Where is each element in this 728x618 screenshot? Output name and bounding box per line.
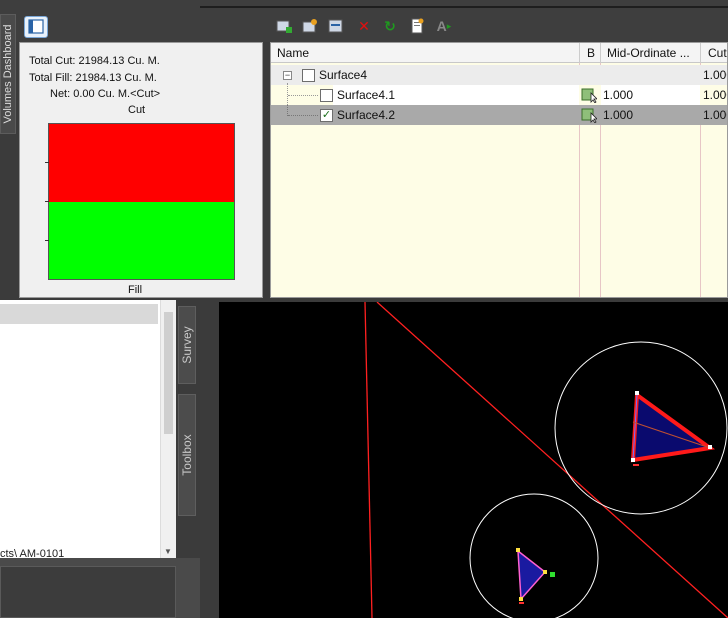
tab-volumes-dashboard[interactable]: Volumes Dashboard: [0, 14, 16, 134]
cut-value[interactable]: 1.000: [703, 68, 727, 82]
tab-survey[interactable]: Survey: [178, 306, 196, 384]
style-swatch-icon[interactable]: [581, 107, 598, 124]
surface-name: Surface4.2: [337, 108, 396, 122]
compute-icon[interactable]: [327, 17, 345, 35]
collapse-toggle[interactable]: −: [283, 71, 292, 80]
total-cut-text: Total Cut: 21984.13 Cu. M.: [29, 55, 160, 67]
prospector-list: cts\ AM-0101 ▼: [0, 300, 176, 560]
cut-value[interactable]: 1.000: [703, 88, 727, 102]
surface-name: Surface4: [319, 68, 368, 82]
grip-marker: [633, 464, 639, 466]
column-separator: [600, 43, 601, 63]
add-surface-icon[interactable]: [275, 17, 293, 35]
table-row-selected[interactable]: ✓ Surface4.2 1.000 1.000: [271, 105, 727, 125]
tab-survey-label: Survey: [180, 326, 194, 364]
total-fill-text: Total Fill: 21984.13 Cu. M.: [29, 72, 157, 84]
drawing-svg: [364, 302, 728, 618]
column-header-b[interactable]: B: [587, 46, 595, 60]
tab-toolbox[interactable]: Toolbox: [178, 394, 196, 516]
volume-summary-panel: Total Cut: 21984.13 Cu. M. Total Fill: 2…: [19, 42, 263, 298]
net-volume-text: Net: 0.00 Cu. M.<Cut>: [50, 88, 161, 100]
edit-surface-icon[interactable]: [301, 17, 319, 35]
surface-triangle-large[interactable]: [630, 391, 716, 463]
tree-line: [288, 115, 318, 116]
mid-ordinate-value[interactable]: 1.000: [603, 88, 633, 102]
drawing-canvas[interactable]: [219, 302, 728, 618]
column-separator: [579, 43, 580, 63]
tab-toolbox-label: Toolbox: [180, 434, 194, 476]
tree-line: [288, 95, 318, 96]
selection-circle: [469, 493, 599, 618]
left-bottom-panel: [0, 558, 200, 618]
grip-marker: [550, 572, 555, 577]
scrollbar-thumb[interactable]: [164, 312, 173, 434]
grid-header: Name B Mid-Ordinate ... Cut: [271, 43, 727, 63]
cut-bar: [49, 124, 234, 202]
surface-triangle-small[interactable]: [517, 549, 547, 601]
top-divider: [200, 6, 728, 8]
table-row[interactable]: − Surface4 1.000: [271, 65, 727, 85]
grip-point[interactable]: [516, 548, 520, 552]
left-bottom-inner: [0, 566, 176, 618]
tab-volumes-dashboard-label: Volumes Dashboard: [2, 24, 14, 124]
cut-axis-label: Cut: [128, 104, 146, 116]
style-swatch-icon[interactable]: [581, 87, 598, 104]
surface-grid: Name B Mid-Ordinate ... Cut − Surface4 1…: [270, 42, 728, 298]
scroll-down-icon[interactable]: ▼: [164, 547, 172, 556]
grip-point[interactable]: [708, 445, 712, 449]
panel-layout-icon: [28, 19, 44, 34]
grip-point[interactable]: [635, 391, 639, 395]
grip-point[interactable]: [543, 570, 547, 574]
fill-bar: [49, 201, 234, 279]
report-icon[interactable]: [408, 17, 426, 35]
axis-tick: [45, 162, 49, 163]
row-checkbox[interactable]: ✓: [320, 109, 333, 122]
grip-marker: [519, 602, 524, 604]
refresh-icon[interactable]: ↻: [381, 17, 399, 35]
cut-value[interactable]: 1.000: [703, 108, 727, 122]
surface-name: Surface4.1: [337, 88, 396, 102]
axis-tick: [45, 240, 49, 241]
cut-fill-bar-chart: [45, 123, 235, 280]
label-icon[interactable]: A ▸: [435, 17, 453, 35]
selected-list-item[interactable]: [0, 304, 158, 324]
row-checkbox[interactable]: [302, 69, 315, 82]
column-header-mid-ordinate[interactable]: Mid-Ordinate ...: [607, 46, 690, 60]
mid-ordinate-value[interactable]: 1.000: [603, 108, 633, 122]
column-header-name[interactable]: Name: [277, 46, 309, 60]
panel-toggle-button[interactable]: [24, 16, 48, 38]
grip-point[interactable]: [631, 458, 635, 462]
column-header-cut[interactable]: Cut: [708, 46, 727, 60]
axis-tick: [45, 201, 49, 202]
column-separator: [700, 43, 701, 63]
row-checkbox[interactable]: [320, 89, 333, 102]
alignment-line: [364, 302, 373, 618]
table-row[interactable]: Surface4.1 1.000 1.000: [271, 83, 727, 115]
grip-point[interactable]: [519, 597, 523, 601]
vertical-scrollbar[interactable]: ▼: [160, 300, 176, 558]
delete-icon[interactable]: ✕: [355, 17, 373, 35]
fill-axis-label: Fill: [128, 284, 143, 296]
